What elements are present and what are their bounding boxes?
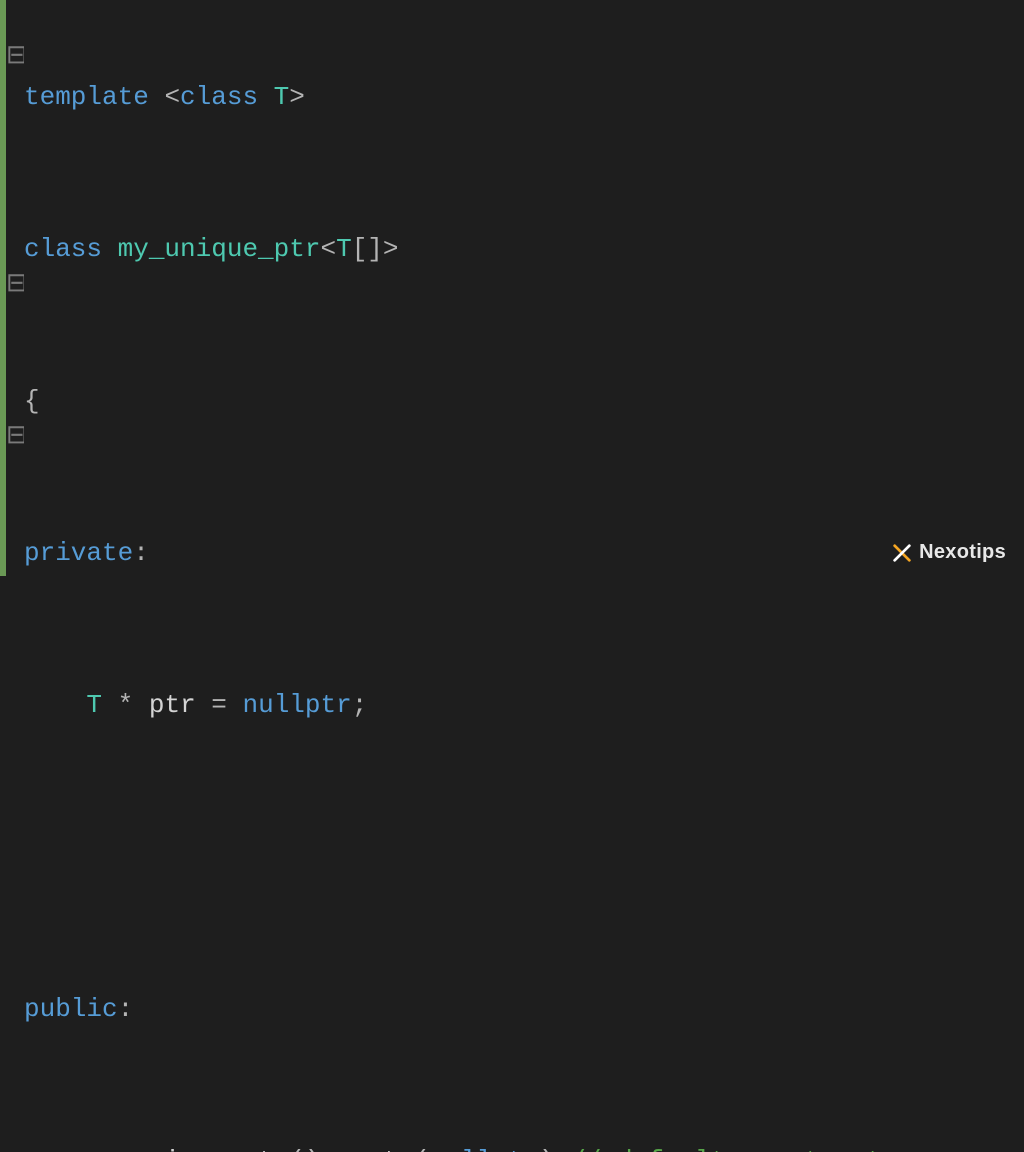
punct: > [383,234,399,264]
sp [133,690,149,720]
fold-toggle-icon[interactable]: ⊟ [6,420,24,451]
sp [227,690,243,720]
indent [24,690,86,720]
keyword: class [180,82,258,112]
keyword: public [24,994,118,1024]
ctor-name: my_unique_ptr [86,1146,289,1152]
punct: ; [352,690,368,720]
sp [352,1146,368,1152]
code-line: { [24,382,1024,420]
code-editor-viewport[interactable]: template <class T> class my_unique_ptr<T… [24,0,1024,576]
keyword: private [24,538,133,568]
punct [102,234,118,264]
code-line [24,838,1024,876]
punct: * [118,690,134,720]
identifier: ptr [149,690,196,720]
class-name: my_unique_ptr [118,234,321,264]
punct: ( [414,1146,430,1152]
comment: // default constructor [570,1146,913,1152]
watermark: Nexotips [891,541,1006,564]
punct: > [289,82,305,112]
punct [258,82,274,112]
code-line: template <class T> [24,78,1024,116]
keyword: nullptr [430,1146,539,1152]
keyword: class [24,234,102,264]
keyword: template [24,82,149,112]
sp [555,1146,571,1152]
sp [196,690,212,720]
code-line: T * ptr = nullptr; [24,686,1024,724]
punct: () [289,1146,320,1152]
punct: < [164,82,180,112]
member: ptr [367,1146,414,1152]
type: T [86,690,102,720]
sp [320,1146,336,1152]
brace: { [24,386,40,416]
punct: < [320,234,336,264]
type: T [274,82,290,112]
code-line: public: [24,990,1024,1028]
keyword: nullptr [243,690,352,720]
punct: : [118,994,134,1024]
indent [24,1146,86,1152]
code-line: class my_unique_ptr<T[]> [24,230,1024,268]
blank [24,842,40,872]
fold-toggle-icon[interactable]: ⊟ [6,40,24,71]
fold-toggle-icon[interactable]: ⊟ [6,268,24,299]
code-line: private: [24,534,1024,572]
code-line: my_unique_ptr() : ptr(nullptr) // defaul… [24,1142,1024,1152]
punct: : [133,538,149,568]
type: T [336,234,352,264]
logo-icon [891,542,913,564]
punct: = [211,690,227,720]
punct [149,82,165,112]
punct: : [336,1146,352,1152]
watermark-text: Nexotips [919,541,1006,564]
fold-gutter: ⊟ ⊟ ⊟ [6,0,24,576]
punct: [] [352,234,383,264]
punct: ) [539,1146,555,1152]
sp [102,690,118,720]
